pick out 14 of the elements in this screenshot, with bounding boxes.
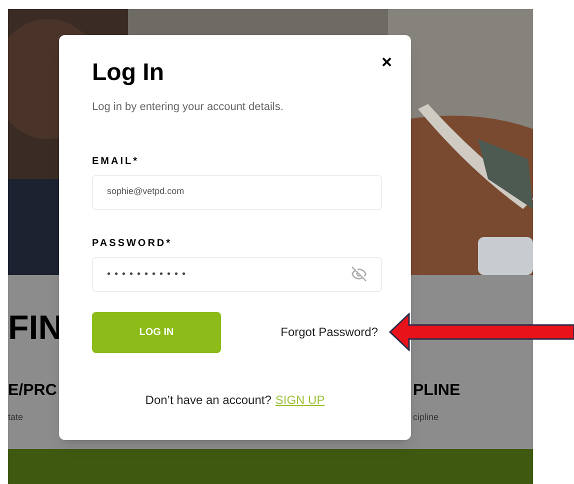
password-field[interactable]: ••••••••••• [92, 256, 382, 292]
close-button[interactable]: × [381, 53, 392, 71]
field-label: EMAIL* [92, 154, 140, 168]
dialog-subtitle: Log in by entering your account details. [92, 100, 284, 115]
column-title: E/PRC [8, 383, 58, 399]
email-field[interactable]: sophie@vetpd.com [92, 174, 382, 210]
forgot-password-link[interactable]: Forgot Password? [280, 323, 378, 341]
field-label: PASSWORD* [92, 236, 174, 250]
signup-prompt: Don’t have an account? [145, 392, 272, 408]
column-title: PLINE [413, 383, 462, 399]
column-subtitle: cipline [413, 413, 440, 422]
dialog-title: Log In [92, 58, 164, 88]
eye-off-icon[interactable] [351, 266, 367, 282]
column-subtitle: tate [8, 413, 24, 422]
